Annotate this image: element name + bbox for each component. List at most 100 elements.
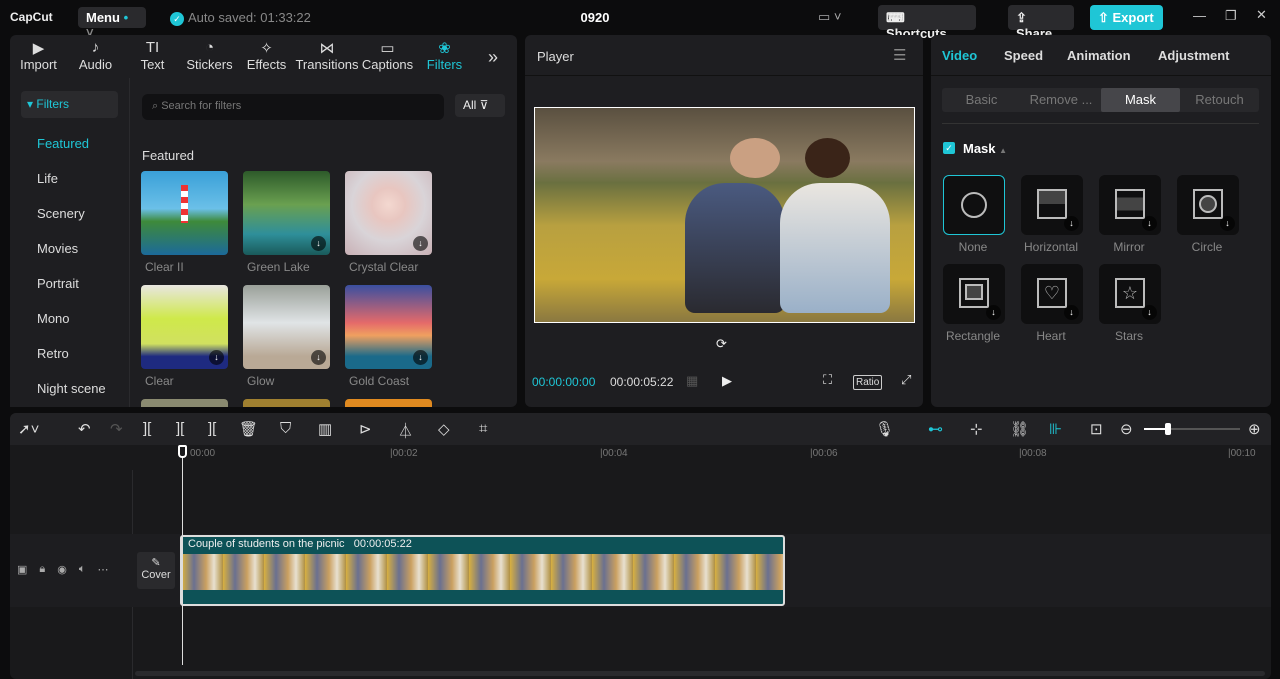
player-header [525,35,923,76]
filter-thumb-crystal-clear[interactable]: ↓ [345,171,432,255]
current-time: 00:00:00:00 [532,375,596,389]
layout-icon[interactable]: ▭ ˅ [818,9,842,25]
download-icon: ↓ [311,350,326,365]
mask-rectangle[interactable]: ↓ [943,264,1005,324]
filter-thumb-gold-coast[interactable]: ↓ [345,285,432,369]
zoom-fit-icon[interactable]: ⊡ [1090,420,1103,438]
mirror-icon[interactable]: ⏃ [398,420,413,441]
snap-icon[interactable]: ⊹ [970,420,983,438]
time-ruler: 00:00 |00:02 |00:04 |00:06 |00:08 |00:10 [10,445,1271,462]
timeline-toolbar [10,413,1271,445]
minimize-icon[interactable]: — [1193,8,1206,23]
more-icon[interactable]: ⋯ [97,563,108,576]
shortcuts-button[interactable]: ⌨ Shortcuts [878,5,976,41]
player-menu-icon[interactable]: ☰ [893,46,906,64]
person-shirt [685,183,785,313]
close-icon[interactable]: ✕ [1256,7,1267,23]
mask-stars[interactable]: ☆ ↓ [1099,264,1161,324]
mask-mirror[interactable]: ↓ [1099,175,1161,235]
subtab-remove[interactable]: Remove ... [1021,88,1101,112]
project-title[interactable]: 0920 [570,10,620,25]
reverse-icon[interactable]: ⊳ [359,420,372,438]
mirror-icon [1115,189,1145,219]
subtab-basic[interactable]: Basic [942,88,1021,112]
zoom-slider[interactable] [1144,423,1240,435]
grid-icon[interactable]: ▦ [686,373,698,389]
delete-icon[interactable]: 🗑 [239,420,258,438]
split-icon[interactable]: ][ [143,420,151,437]
rotate-icon[interactable]: ◇ [438,420,450,438]
microphone-icon[interactable]: 🎙 [875,420,894,438]
star-icon: ☆ [1115,278,1145,308]
none-icon [961,192,987,218]
download-icon: ↓ [1142,305,1157,320]
preview-axis-icon[interactable]: ⊪ [1049,420,1062,438]
filter-label: Crystal Clear [349,260,419,274]
magnet-icon[interactable]: ⊷ [928,420,943,438]
playhead[interactable] [178,445,187,665]
export-label: Export [1112,10,1154,25]
video-preview[interactable] [534,107,915,323]
mask-none[interactable] [943,175,1005,235]
mask-label: Rectangle [945,329,1001,343]
zoom-fit-icon[interactable]: ⛶ [823,372,832,388]
mask-heart[interactable]: ♡ ↓ [1021,264,1083,324]
track-video-icon[interactable]: ▣ [17,563,27,576]
split-right-icon[interactable]: ][ [208,420,216,437]
marker-icon[interactable]: ⛉ [280,420,291,437]
circle-icon [1193,189,1223,219]
lock-icon[interactable]: 🔒︎ [39,563,45,576]
crop-icon[interactable]: ⌗ [479,420,487,437]
rotate-icon[interactable]: ⟳ [716,336,727,352]
share-button[interactable]: ⇪ Share [1008,5,1074,41]
filter-thumb-green-lake[interactable]: ↓ [243,171,330,255]
volume-icon[interactable]: 🔈︎ [79,563,86,576]
filter-label: Gold Coast [349,374,410,388]
total-time: 00:00:05:22 [610,375,674,389]
subtab-mask[interactable]: Mask [1101,88,1180,112]
filter-label: Glow [247,374,275,388]
mask-checkbox[interactable]: ✓ [943,142,955,154]
select-tool-icon[interactable]: ➚˅ [18,420,39,438]
fullscreen-icon[interactable]: ⤢ [901,372,911,388]
mask-label: Heart [1036,329,1066,343]
track-controls: ▣ 🔒︎ ◉ 🔈︎ ⋯ [17,563,108,576]
filter-thumb-clear-ii[interactable] [141,171,228,255]
zoom-in-icon[interactable]: ⊕ [1248,420,1261,438]
tab-speed[interactable]: Speed [1004,48,1067,75]
filter-thumb[interactable] [243,399,330,407]
tick-label: 00:00 [190,448,216,459]
zoom-slider-handle[interactable] [1165,423,1171,435]
clip-duration: 00:00:05:22 [353,538,412,550]
zoom-out-icon[interactable]: ⊖ [1120,420,1133,438]
rectangle-icon [959,278,989,308]
subtab-retouch[interactable]: Retouch [1180,88,1259,112]
tab-video[interactable]: Video [942,48,1004,75]
cover-button[interactable]: ✎ Cover [137,552,175,589]
redo-icon[interactable]: ↷ [110,420,123,438]
mask-section-title[interactable]: Mask ▲ [963,141,1007,156]
timeline-scrollbar[interactable] [135,671,1265,676]
filter-thumb[interactable] [345,399,432,407]
play-icon[interactable]: ▶ [722,373,732,389]
tick-label: |00:06 [810,448,838,459]
tab-adjustment[interactable]: Adjustment [1158,48,1230,75]
undo-icon[interactable]: ↶ [78,420,91,438]
filter-thumb[interactable] [141,399,228,407]
filter-thumb-glow[interactable]: ↓ [243,285,330,369]
freeze-icon[interactable]: ▥ [318,420,332,438]
ratio-button[interactable]: Ratio [853,375,883,390]
mask-label: Mask [963,141,996,156]
filter-thumb-clear[interactable]: ↓ [141,285,228,369]
mask-circle[interactable]: ↓ [1177,175,1239,235]
playhead-handle[interactable] [178,445,187,458]
mask-horizontal[interactable]: ↓ [1021,175,1083,235]
tab-animation[interactable]: Animation [1067,48,1158,75]
link-icon[interactable]: ⛓ [1010,420,1029,438]
video-clip[interactable]: Couple of students on the picnic 00:00:0… [180,535,785,606]
export-button[interactable]: ⇧ Export [1090,5,1163,30]
eye-icon[interactable]: ◉ [57,563,67,576]
mask-label: Circle [1191,240,1223,254]
split-left-icon[interactable]: ][ [176,420,184,437]
maximize-icon[interactable]: ❐ [1225,8,1237,24]
